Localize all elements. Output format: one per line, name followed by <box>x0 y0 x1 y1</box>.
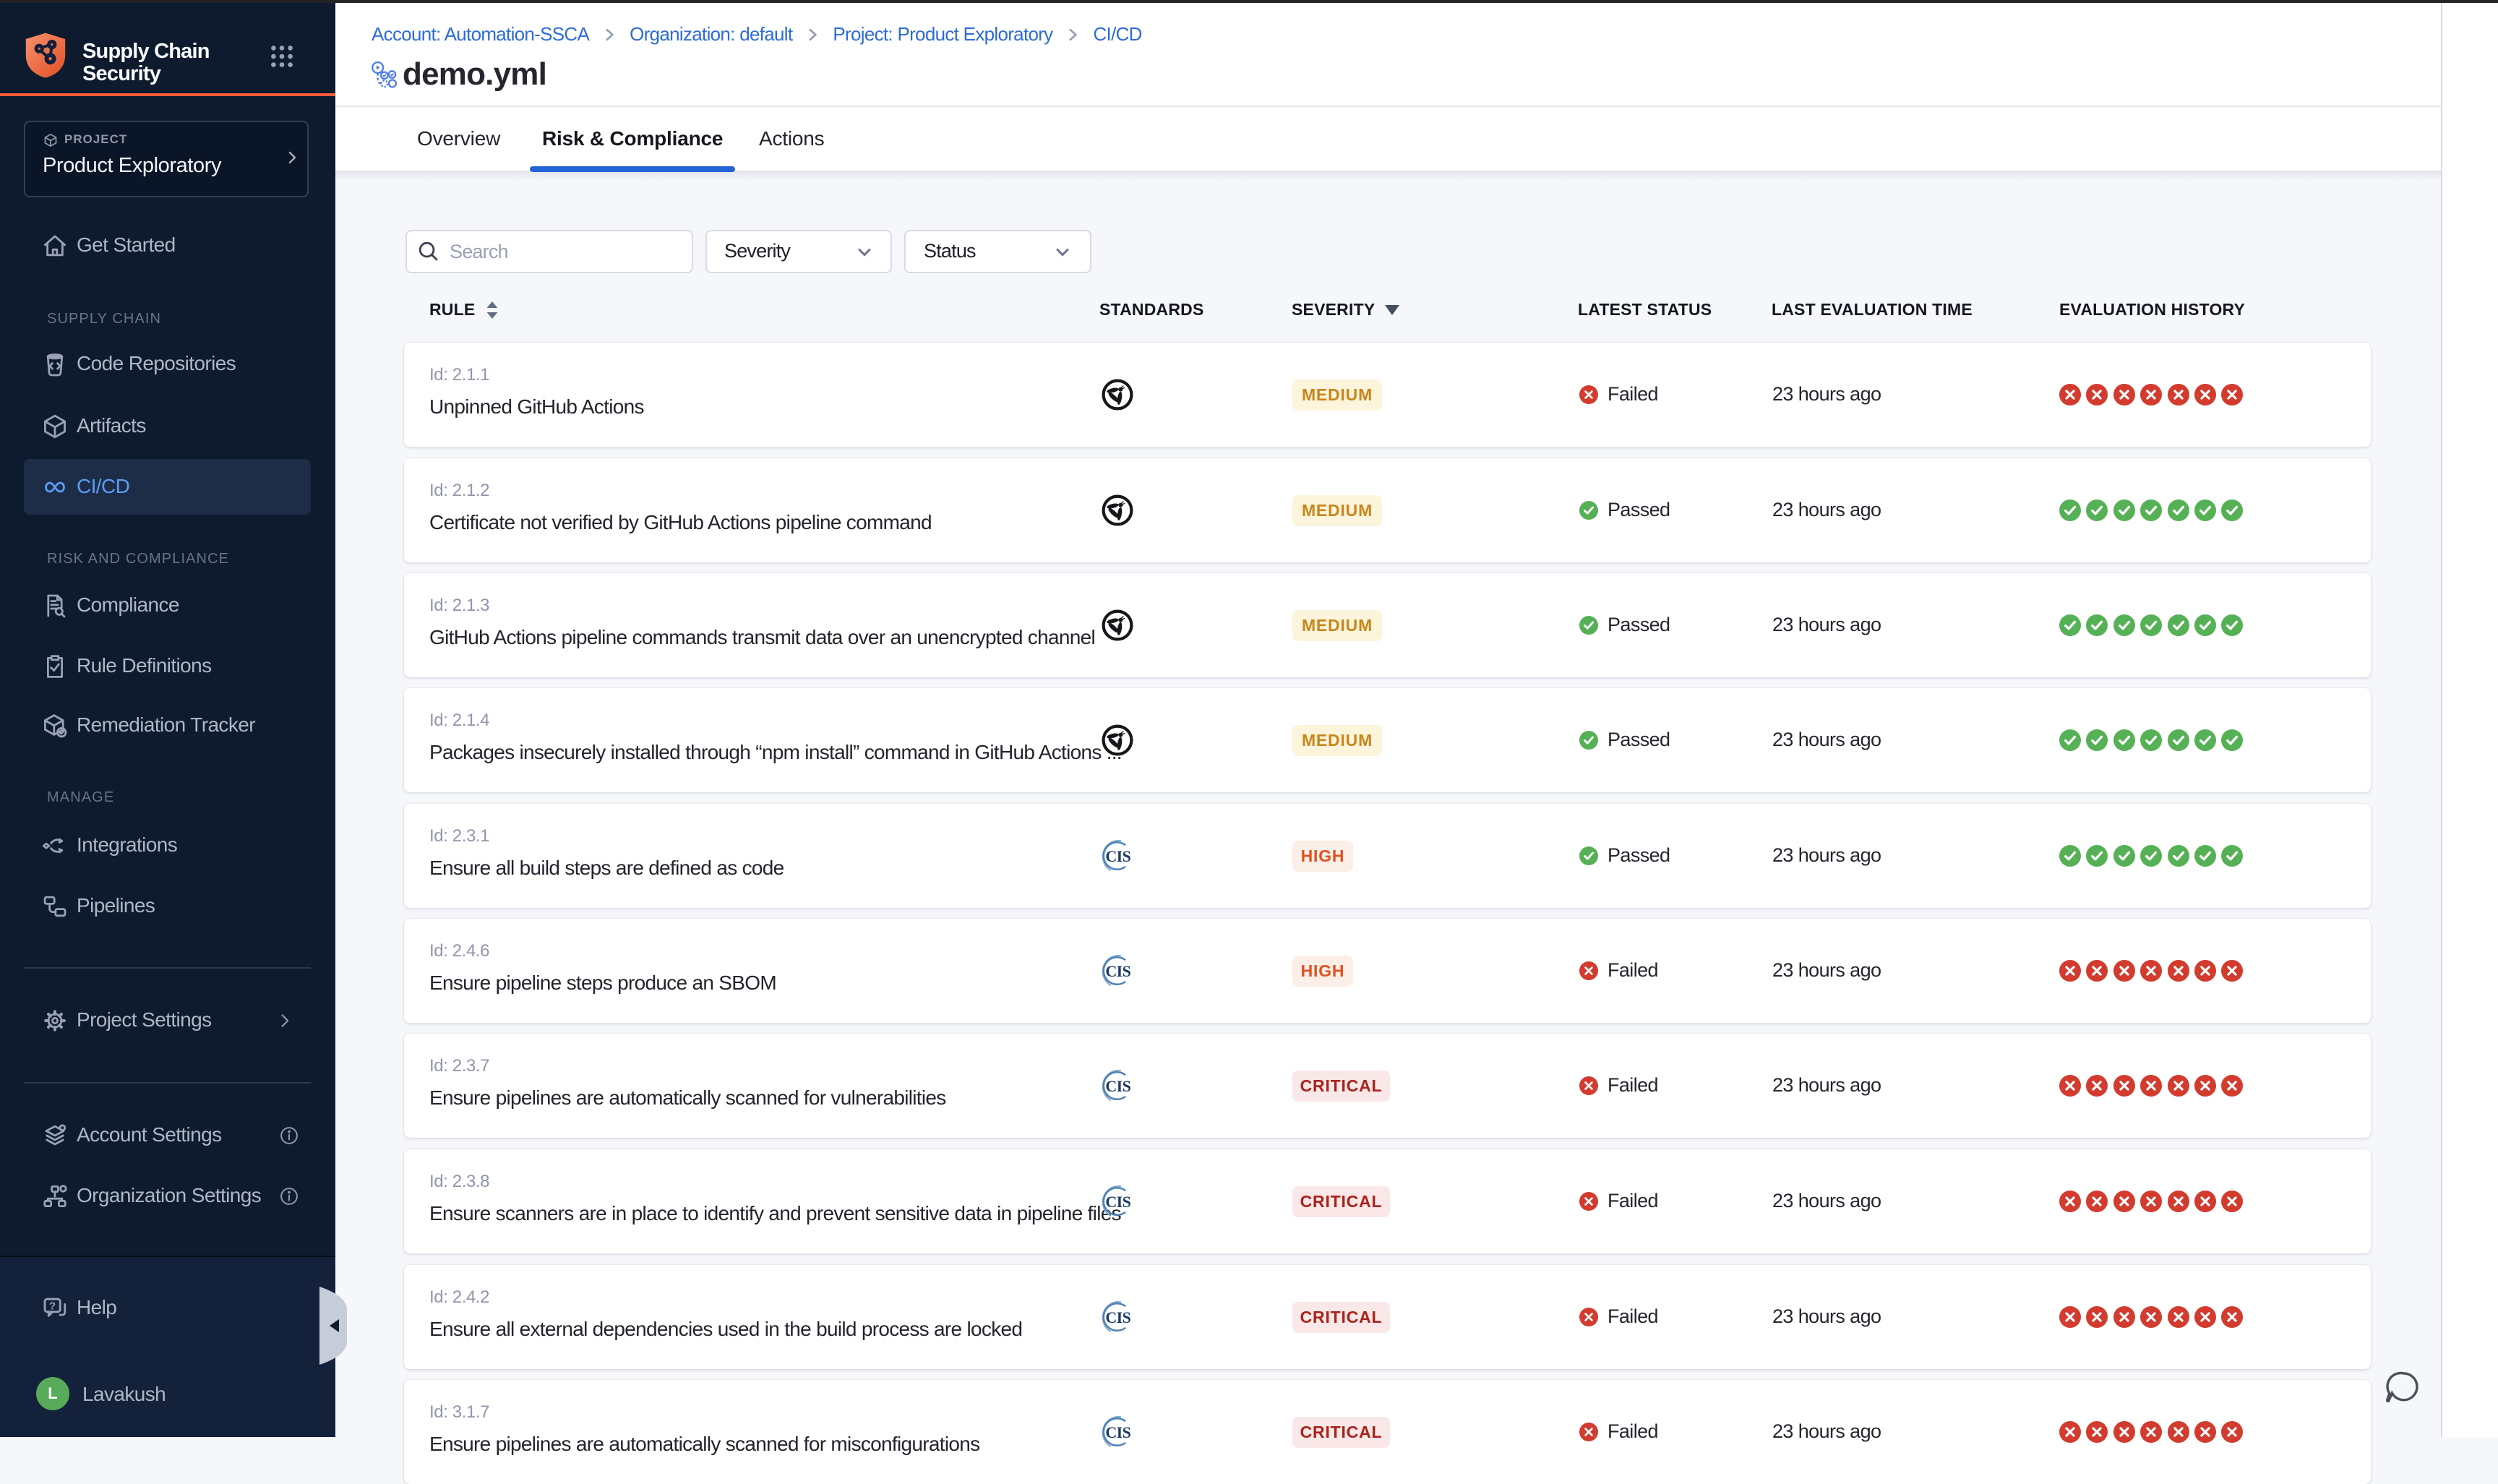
svg-text:CIS: CIS <box>1105 847 1130 865</box>
svg-text:CIS: CIS <box>1105 962 1130 980</box>
svg-text:CIS: CIS <box>1105 1077 1130 1095</box>
svg-text:CIS: CIS <box>1105 1308 1130 1326</box>
svg-text:CIS: CIS <box>1105 1423 1130 1441</box>
svg-text:CIS: CIS <box>1105 1193 1130 1211</box>
svg-text:?: ? <box>49 1300 56 1312</box>
